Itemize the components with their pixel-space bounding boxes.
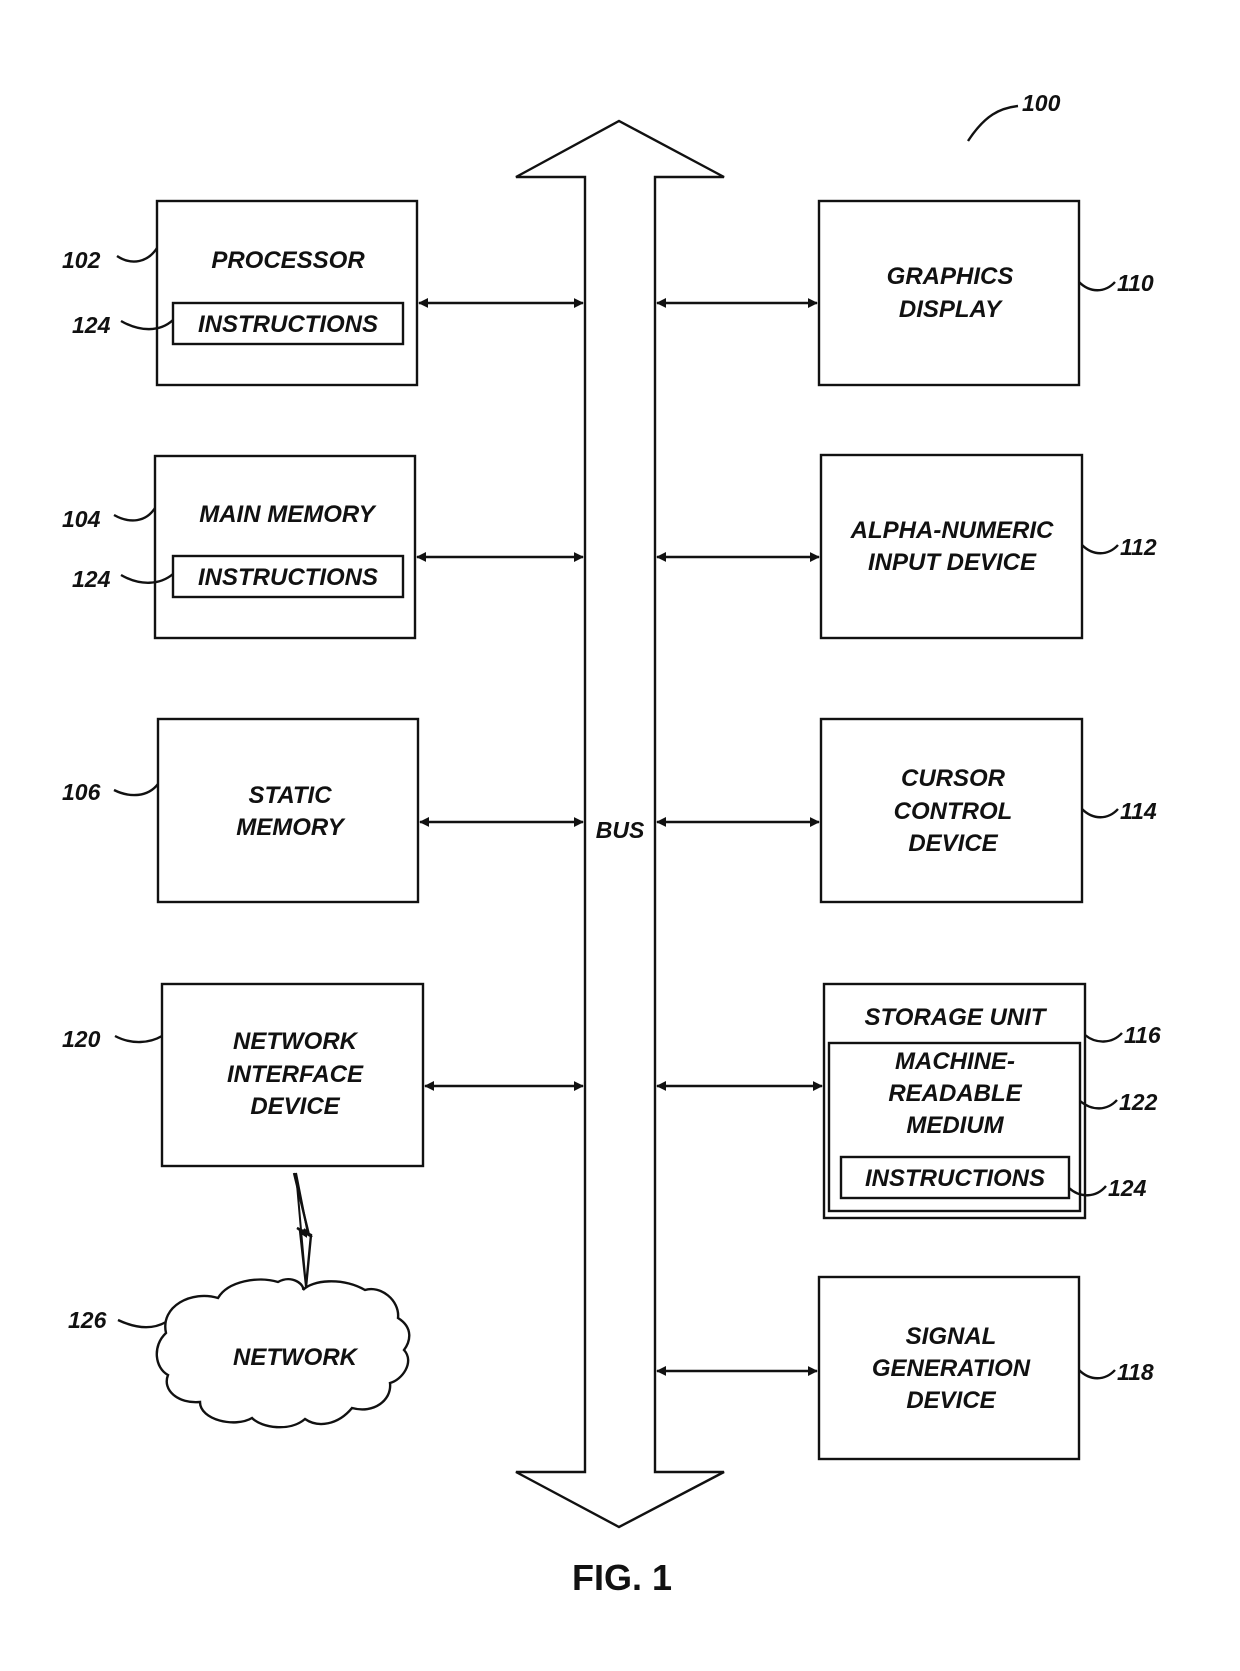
network-label: NETWORK [233, 1344, 359, 1371]
signal-generation-leader [1078, 1369, 1116, 1380]
graphics-display-ref: 110 [1117, 270, 1154, 296]
processor-instructions-label: INSTRUCTIONS [198, 311, 378, 338]
static-memory-block: STATIC MEMORY 106 [62, 717, 420, 904]
cursor-control-label-line-3: DEVICE [908, 830, 998, 857]
cursor-control-ref: 114 [1120, 798, 1157, 824]
signal-generation-label-line-3: DEVICE [906, 1387, 996, 1414]
figure-caption: FIG. 1 [572, 1557, 672, 1598]
graphics-display-label-line-1: GRAPHICS [887, 263, 1014, 290]
processor-ref: 102 [62, 247, 101, 273]
alpha-numeric-label-line-2: INPUT DEVICE [868, 549, 1037, 576]
graphics-display-leader [1078, 281, 1116, 292]
medium-label-line-1: MACHINE- [895, 1048, 1015, 1075]
medium-label-line-2: READABLE [888, 1080, 1022, 1107]
graphics-display-label-line-2: DISPLAY [899, 296, 1003, 323]
graphics-display-block: GRAPHICS DISPLAY 110 [817, 199, 1154, 387]
nid-ref: 120 [62, 1026, 101, 1052]
signal-generation-ref: 118 [1117, 1359, 1154, 1385]
main-memory-block: MAIN MEMORY INSTRUCTIONS 104 124 [62, 454, 417, 640]
graphics-display-box [817, 199, 1081, 387]
signal-generation-device-block: SIGNAL GENERATION DEVICE 118 [817, 1275, 1154, 1461]
medium-label-line-3: MEDIUM [906, 1112, 1004, 1139]
processor-leader [116, 247, 159, 263]
nid-label-line-3: DEVICE [250, 1093, 340, 1120]
nid-label-line-2: INTERFACE [227, 1061, 364, 1088]
cursor-control-leader [1081, 808, 1119, 819]
processor-block: PROCESSOR INSTRUCTIONS 102 124 [62, 199, 419, 387]
alpha-numeric-leader [1081, 544, 1119, 555]
cursor-control-device-block: CURSOR CONTROL DEVICE 114 [819, 717, 1157, 904]
static-memory-ref: 106 [62, 779, 101, 805]
computer-system-block-diagram: 100 BUS PROCESSOR INSTRUCTIONS 102 124 M… [62, 90, 1161, 1598]
cursor-control-label-line-1: CURSOR [901, 765, 1006, 792]
processor-box [155, 199, 419, 387]
signal-generation-label-line-2: GENERATION [872, 1355, 1031, 1382]
network-interface-device-block: NETWORK INTERFACE DEVICE 120 [62, 982, 425, 1168]
bus-label: BUS [596, 817, 645, 843]
main-memory-label: MAIN MEMORY [199, 501, 377, 528]
main-memory-box [153, 454, 417, 640]
bus: BUS [515, 119, 725, 1529]
storage-instructions-ref: 124 [1108, 1175, 1147, 1201]
static-memory-label-line-2: MEMORY [236, 814, 346, 841]
alpha-numeric-input-device-block: ALPHA-NUMERIC INPUT DEVICE 112 [819, 453, 1157, 640]
figure-leader-line [966, 104, 1019, 142]
storage-instructions-label: INSTRUCTIONS [865, 1165, 1045, 1192]
figure-ref-number: 100 [1022, 90, 1061, 116]
storage-unit-ref: 116 [1124, 1022, 1161, 1048]
main-memory-instructions-ref: 124 [72, 566, 111, 592]
storage-unit-leader [1084, 1032, 1123, 1043]
alpha-numeric-label-line-1: ALPHA-NUMERIC [850, 517, 1054, 544]
storage-unit-block: STORAGE UNIT MACHINE- READABLE MEDIUM IN… [822, 982, 1161, 1220]
signal-generation-label-line-1: SIGNAL [906, 1323, 997, 1350]
static-memory-label-line-1: STATIC [248, 782, 332, 809]
main-memory-ref: 104 [62, 506, 101, 532]
nid-label-line-1: NETWORK [233, 1028, 359, 1055]
processor-label: PROCESSOR [211, 247, 365, 274]
static-memory-leader [113, 783, 159, 797]
main-memory-leader [113, 507, 157, 522]
cursor-control-label-line-2: CONTROL [894, 798, 1013, 825]
network-ref: 126 [68, 1307, 107, 1333]
figure-reference: 100 [966, 90, 1061, 142]
nid-leader [114, 1034, 163, 1044]
network-leader [117, 1318, 167, 1329]
main-memory-instructions-label: INSTRUCTIONS [198, 564, 378, 591]
static-memory-box [156, 717, 420, 904]
processor-instructions-ref: 124 [72, 312, 111, 338]
medium-ref: 122 [1119, 1089, 1158, 1115]
network-cloud: NETWORK 126 [68, 1277, 411, 1429]
storage-unit-label: STORAGE UNIT [865, 1004, 1048, 1031]
alpha-numeric-ref: 112 [1120, 534, 1157, 560]
alpha-numeric-input-device-box [819, 453, 1084, 640]
